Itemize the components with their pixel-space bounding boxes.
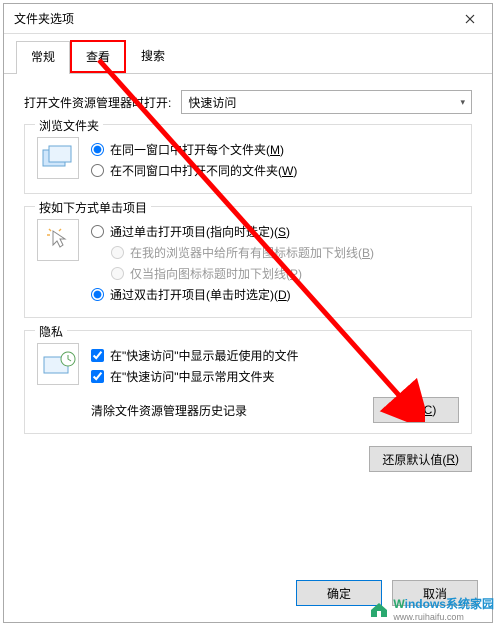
tab-general[interactable]: 常规 bbox=[16, 41, 70, 74]
privacy-group: 隐私 在"快速访问"中显示最近使用的文件 在"快速访问"中显示常用文件夹 bbox=[24, 330, 472, 434]
privacy-icon bbox=[37, 343, 79, 385]
clear-button[interactable]: 清除(C) bbox=[373, 397, 459, 423]
radio-input[interactable] bbox=[91, 288, 104, 301]
radio-same-window[interactable]: 在同一窗口中打开每个文件夹(M) bbox=[91, 141, 459, 158]
chevron-down-icon: ▾ bbox=[460, 97, 465, 108]
tab-view[interactable]: 查看 bbox=[70, 40, 126, 73]
check-frequent-folders[interactable]: 在"快速访问"中显示常用文件夹 bbox=[91, 368, 459, 385]
radio-underline-all: 在我的浏览器中给所有有图标标题加下划线(B) bbox=[111, 244, 459, 261]
radio-input[interactable] bbox=[91, 164, 104, 177]
privacy-group-title: 隐私 bbox=[35, 323, 67, 340]
radio-input bbox=[111, 267, 124, 280]
watermark: Windows系统家园 www.ruihaifu.com bbox=[369, 595, 494, 622]
restore-defaults-button[interactable]: 还原默认值(R) bbox=[369, 446, 472, 472]
tab-bar: 常规 查看 搜索 bbox=[4, 34, 492, 74]
titlebar: 文件夹选项 bbox=[4, 4, 492, 34]
tab-content: 打开文件资源管理器时打开: 快速访问 ▾ 浏览文件夹 在同一窗口中打开每个文件夹… bbox=[4, 74, 492, 490]
checkbox-input[interactable] bbox=[91, 349, 104, 362]
radio-underline-hover: 仅当指向图标标题时加下划线(P) bbox=[111, 265, 459, 282]
click-items-group: 按如下方式单击项目 通过单击打开项目(指向时选定)(S) 在我的浏览器中给所有有… bbox=[24, 206, 472, 318]
radio-single-click[interactable]: 通过单击打开项目(指向时选定)(S) bbox=[91, 223, 459, 240]
close-button[interactable] bbox=[447, 4, 492, 34]
radio-input[interactable] bbox=[91, 225, 104, 238]
window-title: 文件夹选项 bbox=[14, 10, 447, 27]
browse-group-title: 浏览文件夹 bbox=[35, 117, 103, 134]
open-explorer-label: 打开文件资源管理器时打开: bbox=[24, 94, 171, 111]
click-group-title: 按如下方式单击项目 bbox=[35, 199, 151, 216]
check-recent-files[interactable]: 在"快速访问"中显示最近使用的文件 bbox=[91, 347, 459, 364]
tab-search[interactable]: 搜索 bbox=[126, 40, 180, 73]
radio-double-click[interactable]: 通过双击打开项目(单击时选定)(D) bbox=[91, 286, 459, 303]
combo-value: 快速访问 bbox=[188, 94, 236, 111]
clear-history-label: 清除文件资源管理器历史记录 bbox=[91, 402, 247, 419]
folder-options-dialog: 文件夹选项 常规 查看 搜索 打开文件资源管理器时打开: 快速访问 ▾ 浏览文件… bbox=[3, 3, 493, 623]
radio-diff-window[interactable]: 在不同窗口中打开不同的文件夹(W) bbox=[91, 162, 459, 179]
radio-input bbox=[111, 246, 124, 259]
browse-icon bbox=[37, 137, 79, 179]
radio-input[interactable] bbox=[91, 143, 104, 156]
open-explorer-row: 打开文件资源管理器时打开: 快速访问 ▾ bbox=[24, 90, 472, 114]
close-icon bbox=[465, 14, 475, 24]
open-explorer-combo[interactable]: 快速访问 ▾ bbox=[181, 90, 472, 114]
checkbox-input[interactable] bbox=[91, 370, 104, 383]
browse-folders-group: 浏览文件夹 在同一窗口中打开每个文件夹(M) 在不同窗口中打开不同的文件夹(W) bbox=[24, 124, 472, 194]
house-icon bbox=[369, 600, 389, 618]
click-icon bbox=[37, 219, 79, 261]
